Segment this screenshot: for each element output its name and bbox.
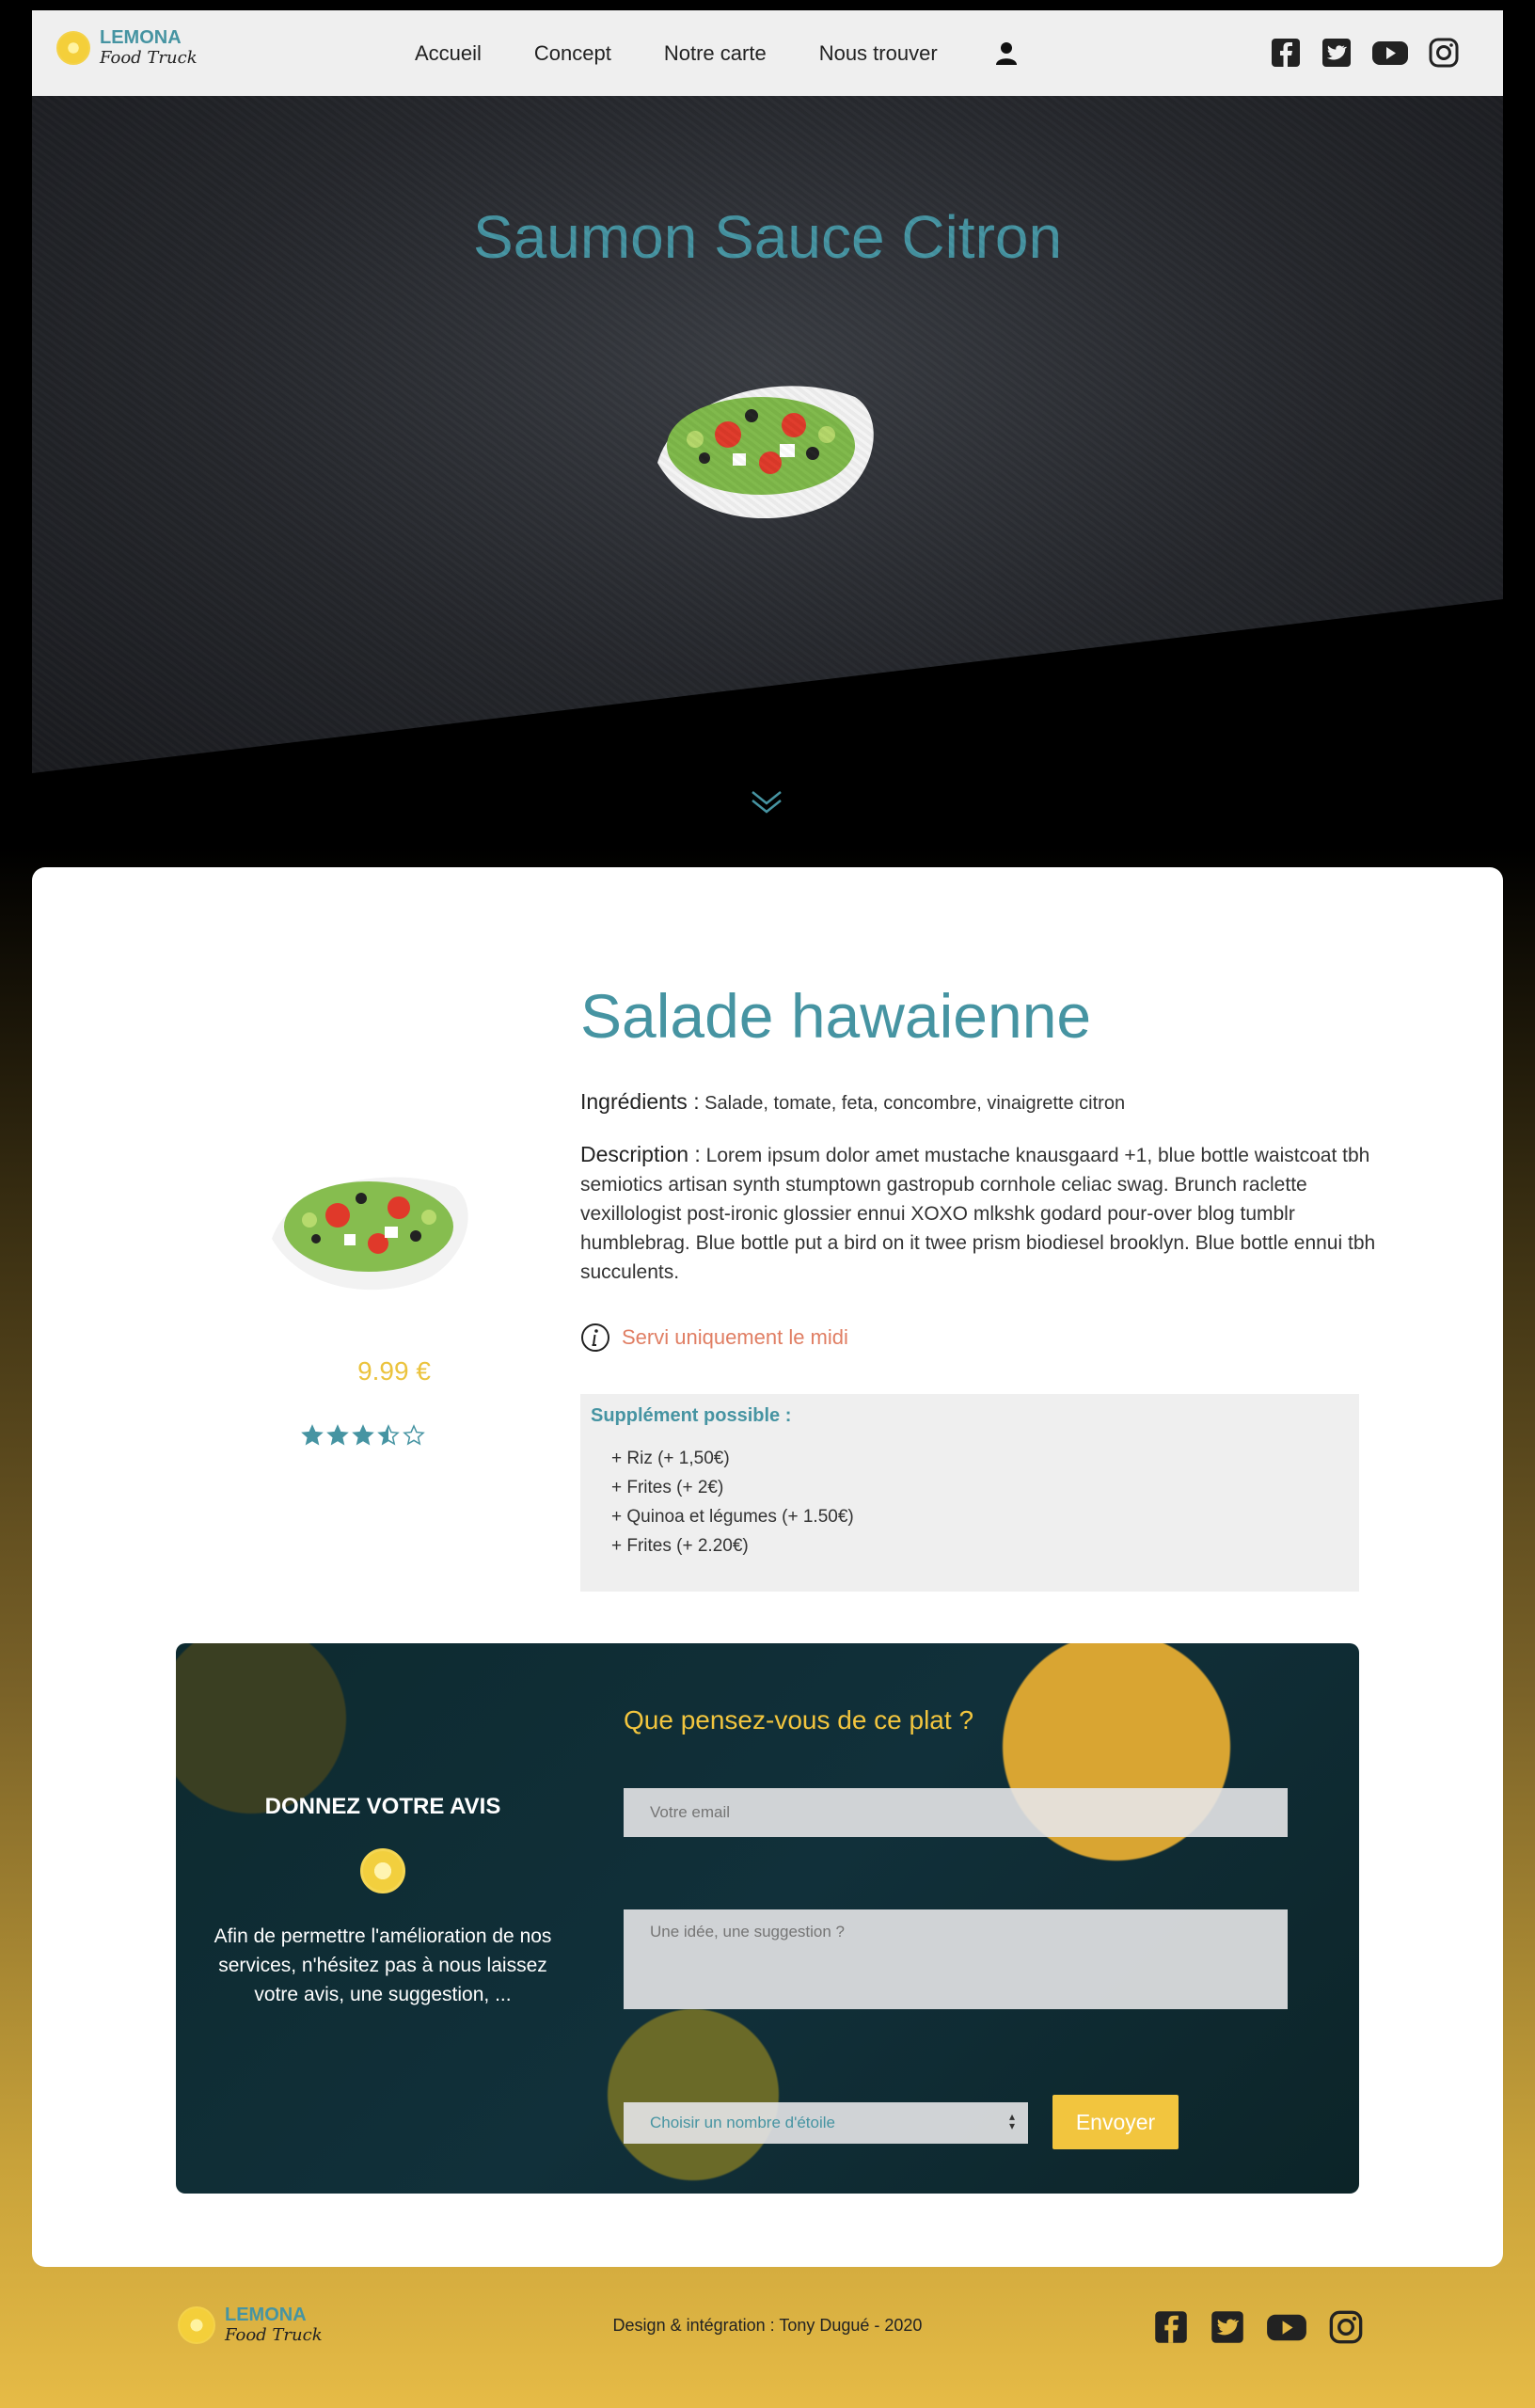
lemon-logo-icon (56, 30, 90, 65)
ingredients-label: Ingrédients : (580, 1089, 700, 1114)
instagram-icon[interactable] (1328, 2309, 1364, 2345)
star-full-icon (352, 1424, 374, 1446)
twitter-icon[interactable] (1210, 2309, 1245, 2345)
brand-tagline: Food Truck (100, 48, 198, 68)
dish-card: 9.99 € Salade hawaienne Ingrédients : Sa… (32, 867, 1503, 2267)
suggestion-field[interactable] (624, 1909, 1288, 2009)
lemon-icon (360, 1848, 405, 1893)
submit-button[interactable]: Envoyer (1052, 2095, 1179, 2149)
description-label: Description : (580, 1142, 701, 1166)
nav-link-concept[interactable]: Concept (534, 41, 611, 66)
dish-price: 9.99 € (357, 1356, 431, 1386)
list-item: + Frites (+ 2.20€) (611, 1536, 749, 1556)
description: Description : Lorem ipsum dolor amet mus… (580, 1140, 1376, 1287)
star-empty-icon (403, 1424, 425, 1446)
list-item: + Riz (+ 1,50€) (611, 1449, 730, 1468)
facebook-icon[interactable] (1270, 37, 1302, 69)
user-icon[interactable] (995, 41, 1018, 66)
ingredients-value: Salade, tomate, feta, concombre, vinaigr… (704, 1093, 1126, 1114)
star-full-icon (301, 1424, 324, 1446)
notice-text: Servi uniquement le midi (622, 1325, 848, 1349)
footer-socials (1153, 2309, 1364, 2345)
twitter-icon[interactable] (1321, 37, 1353, 69)
star-count-select[interactable]: Choisir un nombre d'étoile ▴ ▾ (624, 2102, 1028, 2144)
rating-stars (301, 1424, 425, 1447)
info-icon (581, 1323, 609, 1352)
review-panel: DONNEZ VOTRE AVIS Afin de permettre l'am… (176, 1643, 1359, 2194)
supplements-box: Supplément possible : + Riz (+ 1,50€) + … (580, 1394, 1359, 1592)
list-item: + Frites (+ 2€) (611, 1478, 724, 1497)
star-half-icon (377, 1424, 400, 1446)
select-arrows-icon: ▴ ▾ (1008, 2110, 1015, 2132)
instagram-icon[interactable] (1428, 37, 1460, 69)
star-full-icon (326, 1424, 349, 1446)
brand-logo[interactable]: LEMONA Food Truck (56, 27, 198, 69)
service-notice: Servi uniquement le midi (580, 1323, 848, 1353)
youtube-icon[interactable] (1371, 37, 1409, 69)
review-heading: DONNEZ VOTRE AVIS (264, 1794, 501, 1819)
brand-name: LEMONA (100, 27, 182, 48)
supplements-list: + Riz (+ 1,50€) + Frites (+ 2€) + Quinoa… (611, 1444, 1349, 1560)
ingredients: Ingrédients : Salade, tomate, feta, conc… (580, 1089, 1125, 1115)
dish-image (272, 1177, 468, 1291)
top-navbar: LEMONA Food Truck Accueil Concept Notre … (32, 10, 1503, 96)
select-value: Choisir un nombre d'étoile (650, 2114, 835, 2131)
hero-title: Saumon Sauce Citron (472, 203, 1063, 271)
facebook-icon[interactable] (1153, 2309, 1189, 2345)
hero-dish-image (657, 386, 874, 519)
youtube-icon[interactable] (1266, 2309, 1307, 2345)
supplements-title: Supplément possible : (591, 1405, 792, 1426)
nav-link-notre-carte[interactable]: Notre carte (664, 41, 767, 66)
main-menu: Accueil Concept Notre carte Nous trouver (415, 10, 990, 96)
review-question: Que pensez-vous de ce plat ? (624, 1705, 974, 1735)
email-field[interactable] (624, 1788, 1288, 1837)
review-intro: Afin de permettre l'amélioration de nos … (214, 1925, 552, 2005)
header-socials (1270, 37, 1460, 69)
list-item: + Quinoa et légumes (+ 1.50€) (611, 1507, 854, 1527)
nav-link-nous-trouver[interactable]: Nous trouver (819, 41, 938, 66)
dish-title: Salade hawaienne (580, 981, 1092, 1051)
chevron-down-icon[interactable] (750, 788, 783, 816)
nav-link-accueil[interactable]: Accueil (415, 41, 482, 66)
hero-banner: Saumon Sauce Citron (32, 96, 1503, 773)
